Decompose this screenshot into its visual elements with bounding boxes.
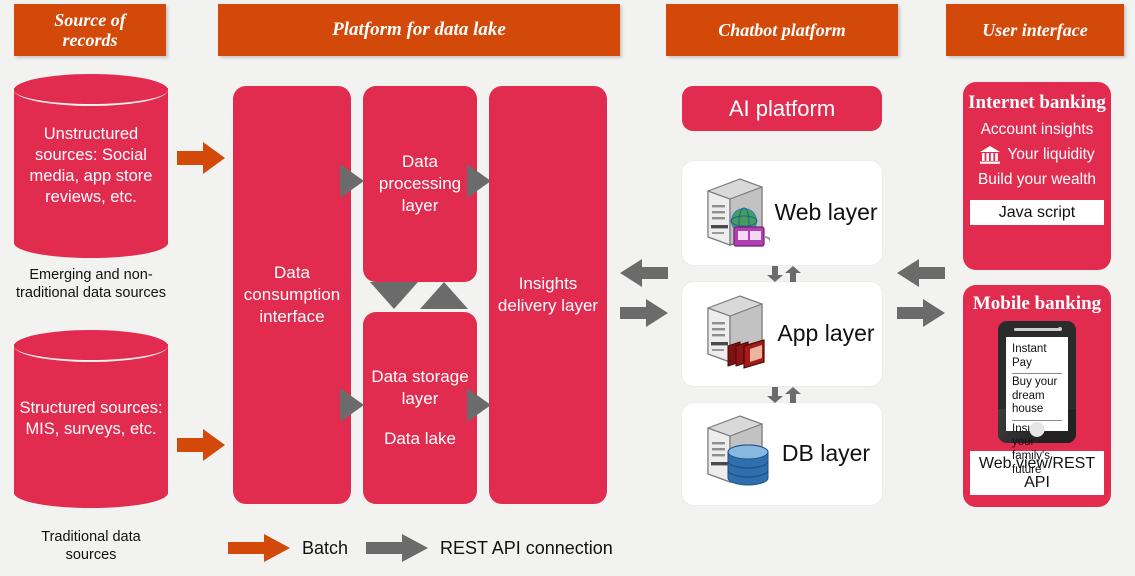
phone-speaker-icon	[1014, 328, 1060, 331]
legend-rest-label: REST API connection	[440, 537, 613, 558]
header-ui-label: User interface	[982, 19, 1088, 40]
rest-arrow-insights-left	[620, 258, 668, 288]
phone-screen: Instant Pay Buy your dream house Insure …	[1006, 337, 1068, 476]
unstructured-sources-cylinder: Unstructured sources: Social media, app …	[14, 74, 168, 258]
build-your-wealth-label: Build your wealth	[977, 171, 1097, 188]
server-db-icon	[694, 412, 770, 497]
db-layer-label: DB layer	[781, 440, 871, 467]
header-source-of-records: Source of records	[14, 4, 166, 56]
header-source-line2: records	[62, 30, 118, 50]
app-layer-label: App layer	[777, 320, 875, 347]
batch-arrow-unstructured	[177, 140, 225, 176]
structured-sources-caption: Traditional data sources	[41, 529, 141, 564]
server-web-icon	[694, 171, 772, 256]
account-insights-label: Account insights	[980, 121, 1094, 138]
header-chatbot-label: Chatbot platform	[718, 19, 846, 40]
triangle-consumption-to-processing-icon	[340, 164, 364, 198]
internet-banking-title: Internet banking	[968, 92, 1106, 113]
triangle-storage-up-icon	[420, 282, 468, 309]
unstructured-sources-text: Unstructured sources: Social media, app …	[29, 124, 153, 207]
data-processing-layer-box: Data processing layer	[363, 86, 477, 282]
app-to-db-arrows	[766, 387, 802, 403]
legend-batch: Batch	[228, 533, 348, 563]
phone-camera-icon	[1058, 327, 1062, 331]
rest-arrow-insights-right	[620, 298, 668, 328]
app-layer-card: App layer	[682, 282, 882, 386]
rest-arrow-ui-right	[897, 298, 945, 328]
cylinder-top	[14, 330, 168, 362]
server-app-icon	[694, 292, 770, 377]
insights-delivery-layer-box: Insights delivery layer	[489, 86, 607, 504]
phone-home-button[interactable]	[1029, 422, 1045, 437]
diagram-canvas: Source of records Platform for data lake…	[0, 0, 1135, 576]
data-lake-label: Data lake	[384, 429, 456, 449]
build-your-wealth-row: Build your wealth	[978, 171, 1096, 189]
data-processing-label: Data processing layer	[378, 151, 462, 216]
triangle-processing-down-icon	[370, 282, 418, 309]
header-source-line1: Source of	[54, 9, 126, 30]
data-storage-layer-box: Data storage layer Data lake	[363, 312, 477, 504]
cylinder-bottom	[14, 478, 168, 508]
structured-sources-cylinder: Structured sources: MIS, surveys, etc.	[14, 330, 168, 508]
data-consumption-label: Data consumption interface	[243, 262, 341, 327]
structured-sources-text: Structured sources: MIS, surveys, etc.	[19, 398, 163, 438]
legend-rest-arrow-icon	[366, 533, 428, 563]
triangle-processing-to-insights-icon	[467, 164, 491, 198]
insights-delivery-label: Insights delivery layer	[497, 273, 599, 315]
mobile-banking-title: Mobile banking	[972, 293, 1102, 314]
web-layer-card: Web layer	[682, 161, 882, 265]
header-platform-label: Platform for data lake	[332, 19, 506, 41]
web-layer-label: Web layer	[774, 199, 878, 226]
unstructured-sources-caption: Emerging and non-traditional data source…	[16, 267, 166, 302]
account-insights-row: Account insights	[981, 121, 1094, 139]
bank-building-icon	[979, 146, 1001, 164]
triangle-consumption-to-storage-icon	[340, 388, 364, 422]
ai-platform-pill: AI platform	[682, 86, 882, 131]
mobile-banking-panel: Mobile banking Instant Pay Buy your drea…	[963, 285, 1111, 507]
legend-batch-label: Batch	[302, 537, 349, 558]
screen-item-instant-pay: Instant Pay	[1012, 341, 1062, 375]
phone-mockup: Instant Pay Buy your dream house Insure …	[998, 321, 1076, 476]
data-storage-label: Data storage layer	[371, 366, 469, 408]
cylinder-bottom	[14, 228, 168, 258]
data-consumption-interface-box: Data consumption interface	[233, 86, 351, 504]
java-script-chip: Java script	[970, 200, 1104, 226]
header-chatbot-platform: Chatbot platform	[666, 4, 898, 56]
legend-rest: REST API connection	[366, 533, 613, 563]
header-user-interface: User interface	[946, 4, 1124, 56]
rest-arrow-ui-left	[897, 258, 945, 288]
your-liquidity-label: Your liquidity	[1007, 146, 1095, 163]
legend-batch-arrow-icon	[228, 533, 290, 563]
cylinder-top	[14, 74, 168, 106]
batch-arrow-structured	[177, 427, 225, 463]
your-liquidity-row: Your liquidity	[979, 146, 1095, 164]
internet-banking-panel: Internet banking Account insights Your l…	[963, 82, 1111, 270]
screen-item-dream-house: Buy your dream house	[1012, 374, 1062, 421]
ai-platform-label: AI platform	[728, 95, 836, 121]
web-to-app-arrows	[766, 266, 802, 282]
triangle-storage-to-insights-icon	[467, 388, 491, 422]
header-platform-for-data-lake: Platform for data lake	[218, 4, 620, 56]
db-layer-card: DB layer	[682, 403, 882, 505]
